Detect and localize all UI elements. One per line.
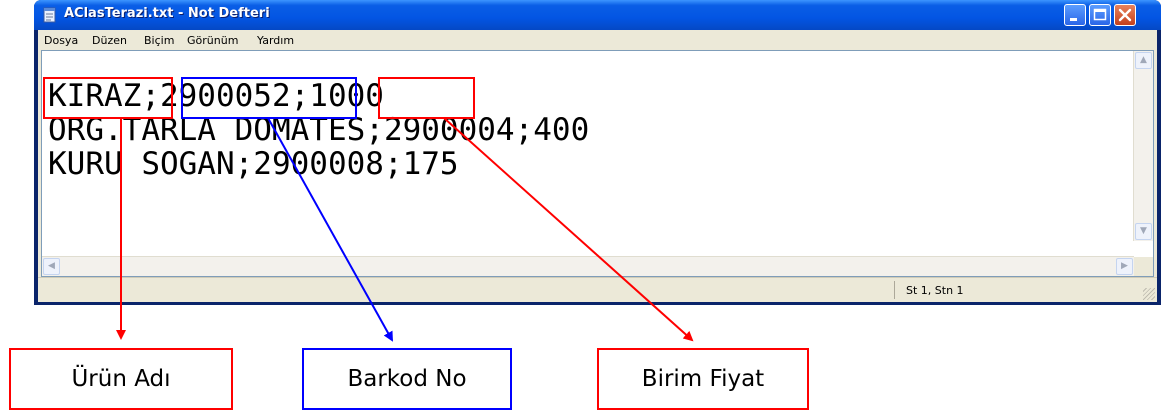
close-icon [1118, 8, 1132, 22]
maximize-icon [1093, 8, 1107, 21]
scroll-left-icon: ◀ [48, 261, 55, 271]
scrollbar-corner [1134, 257, 1153, 276]
window-client: Dosya Düzen Biçim Görünüm Yardım KIRAZ;2… [38, 30, 1157, 302]
label-unit-price-text: Birim Fiyat [641, 366, 765, 392]
scroll-down-icon: ▼ [1140, 226, 1147, 236]
text-editor[interactable]: KIRAZ;2900052;1000 ORG.TARLA DOMATES;290… [41, 50, 1154, 277]
close-button[interactable] [1114, 4, 1136, 26]
label-barcode-text: Barkod No [347, 366, 467, 392]
menu-bar: Dosya Düzen Biçim Görünüm Yardım [38, 30, 1157, 50]
horizontal-scrollbar[interactable]: ◀ ▶ [42, 256, 1134, 276]
text-line-1: KIRAZ;2900052;1000 [48, 78, 384, 114]
menu-duzen[interactable]: Düzen [92, 34, 127, 47]
maximize-button[interactable] [1089, 4, 1111, 26]
menu-dosya[interactable]: Dosya [44, 34, 78, 47]
text-line-2: ORG.TARLA DOMATES;2900004;400 [48, 112, 590, 148]
minimize-button[interactable] [1064, 4, 1086, 26]
vertical-scrollbar[interactable]: ▲ ▼ [1133, 51, 1153, 241]
label-barcode: Barkod No [302, 348, 512, 410]
cursor-position: St 1, Stn 1 [906, 284, 964, 297]
status-bar: St 1, Stn 1 [38, 277, 1157, 302]
menu-bicim[interactable]: Biçim [144, 34, 174, 47]
label-unit-price: Birim Fiyat [597, 348, 809, 410]
status-separator [894, 281, 895, 299]
title-bar[interactable]: AClasTerazi.txt - Not Defteri [34, 0, 1161, 30]
scroll-up-icon: ▲ [1140, 55, 1147, 65]
menu-yardim[interactable]: Yardım [257, 34, 294, 47]
label-product-name-text: Ürün Adı [71, 366, 171, 392]
scroll-right-icon: ▶ [1121, 261, 1128, 271]
label-product-name: Ürün Adı [9, 348, 233, 410]
menu-gorunum[interactable]: Görünüm [187, 34, 238, 47]
scroll-down-button[interactable]: ▼ [1135, 223, 1152, 240]
notepad-window: AClasTerazi.txt - Not Defteri Dosya Düze… [34, 0, 1161, 305]
window-title: AClasTerazi.txt - Not Defteri [64, 6, 270, 21]
scroll-up-button[interactable]: ▲ [1135, 52, 1152, 69]
resize-grip-icon[interactable] [1143, 288, 1155, 300]
text-line-3: KURU SOGAN;2900008;175 [48, 146, 459, 182]
scroll-right-button[interactable]: ▶ [1116, 258, 1133, 275]
minimize-icon [1070, 18, 1077, 21]
notepad-icon [43, 7, 56, 23]
scroll-left-button[interactable]: ◀ [43, 258, 60, 275]
